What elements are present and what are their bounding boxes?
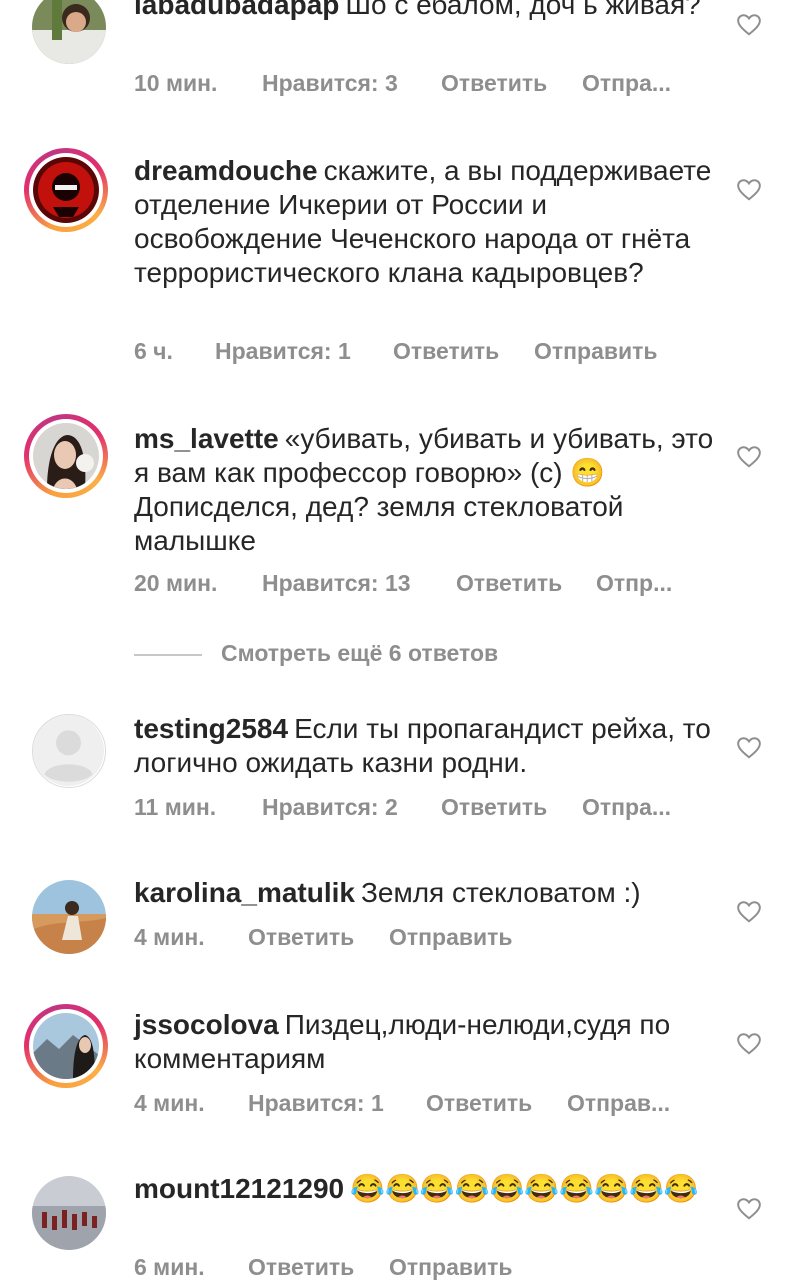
comment-text: dreamdouche скажите, а вы поддерживаете о…: [134, 154, 714, 290]
heart-outline-icon[interactable]: [736, 444, 762, 470]
comment-username[interactable]: labadubadapap: [134, 0, 339, 20]
avatar[interactable]: [32, 0, 106, 64]
comment-text: karolina_matulik Земля стекловатом :): [134, 876, 714, 910]
comment-likes[interactable]: Нравится: 13: [262, 570, 411, 597]
comment-time: 6 ч.: [134, 338, 173, 364]
send-button[interactable]: Отпра...: [582, 794, 671, 821]
heart-outline-icon[interactable]: [736, 12, 762, 38]
comment-body: 😂😂😂😂😂😂😂😂😂😂: [350, 1173, 699, 1204]
reply-button[interactable]: Ответить: [441, 70, 547, 97]
avatar[interactable]: [32, 1176, 106, 1250]
default-avatar-icon[interactable]: [32, 714, 106, 788]
comment-time: 6 мин.: [134, 1254, 205, 1280]
send-button[interactable]: Отправить: [389, 924, 513, 951]
comment-time: 4 мин.: [134, 924, 205, 950]
send-button[interactable]: Отправить: [389, 1254, 513, 1281]
comment-body: Шо с ебалом, доч ь живая?: [345, 0, 701, 20]
avatar[interactable]: [24, 1004, 108, 1088]
comment-username[interactable]: mount12121290: [134, 1173, 344, 1204]
divider: [134, 654, 202, 656]
comment-time: 11 мин.: [134, 794, 217, 820]
reply-button[interactable]: Ответить: [393, 338, 499, 365]
comment-likes[interactable]: Нравится: 3: [262, 70, 398, 97]
send-button[interactable]: Отправ...: [567, 1090, 670, 1117]
avatar[interactable]: [24, 148, 108, 232]
comment-likes[interactable]: Нравится: 2: [262, 794, 398, 821]
reply-button[interactable]: Ответить: [248, 924, 354, 951]
comment-time: 4 мин.: [134, 1090, 205, 1116]
comment-likes[interactable]: Нравится: 1: [215, 338, 351, 365]
heart-outline-icon[interactable]: [736, 735, 762, 761]
heart-outline-icon[interactable]: [736, 1196, 762, 1222]
comment-text: jssocolova Пиздец,люди-нелюди,судя по ком…: [134, 1008, 714, 1076]
view-more-label[interactable]: Смотреть ещё 6 ответов: [221, 640, 498, 667]
reply-button[interactable]: Ответить: [441, 794, 547, 821]
comment-username[interactable]: dreamdouche: [134, 155, 318, 186]
reply-button[interactable]: Ответить: [248, 1254, 354, 1281]
send-button[interactable]: Отправить: [534, 338, 658, 365]
comment-body: Земля стекловатом :): [360, 877, 641, 908]
comment-username[interactable]: jssocolova: [134, 1009, 279, 1040]
comment-likes[interactable]: Нравится: 1: [248, 1090, 384, 1117]
heart-outline-icon[interactable]: [736, 899, 762, 925]
comment-time: 20 мин.: [134, 570, 218, 596]
heart-outline-icon[interactable]: [736, 1031, 762, 1057]
comment-username[interactable]: testing2584: [134, 713, 288, 744]
heart-outline-icon[interactable]: [736, 177, 762, 203]
reply-button[interactable]: Ответить: [456, 570, 562, 597]
avatar[interactable]: [32, 880, 106, 954]
comment-username[interactable]: karolina_matulik: [134, 877, 355, 908]
reply-button[interactable]: Ответить: [426, 1090, 532, 1117]
comment-text: ms_lavette «убивать, убивать и убивать, э…: [134, 422, 714, 558]
comment-text: labadubadapap Шо с ебалом, доч ь живая?: [134, 0, 714, 56]
send-button[interactable]: Отпр...: [596, 570, 672, 597]
comment-text: testing2584 Если ты пропагандист рейха, т…: [134, 712, 714, 780]
comment-username[interactable]: ms_lavette: [134, 423, 279, 454]
send-button[interactable]: Отпра...: [582, 70, 671, 97]
comment-time: 10 мин.: [134, 70, 218, 96]
avatar[interactable]: [24, 414, 108, 498]
comment-text: mount12121290 😂😂😂😂😂😂😂😂😂😂: [134, 1172, 714, 1206]
